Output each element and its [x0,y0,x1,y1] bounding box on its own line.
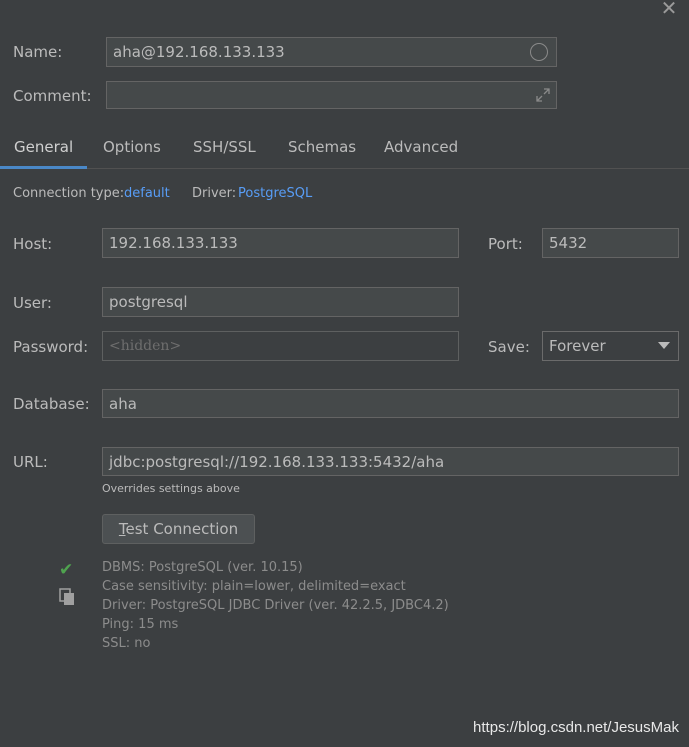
driver-link[interactable]: PostgreSQL [238,186,312,202]
result-dbms: DBMS: PostgreSQL (ver. 10.15) [102,560,303,575]
port-label: Port: [488,235,523,253]
result-driver: Driver: PostgreSQL JDBC Driver (ver. 42.… [102,598,449,613]
tab-schemas[interactable]: Schemas [288,130,356,166]
expand-icon[interactable] [535,87,551,103]
url-field[interactable]: jdbc:postgresql://192.168.133.133:5432/a… [102,447,679,476]
database-field[interactable]: aha [102,389,679,418]
host-field[interactable]: 192.168.133.133 [102,228,459,258]
database-label: Database: [13,395,90,413]
save-label: Save: [488,338,530,356]
test-connection-mnemonic: T [118,520,126,538]
test-connection-label: est Connection [125,520,239,538]
name-field[interactable]: aha@192.168.133.133 [106,37,557,67]
user-field[interactable]: postgresql [102,287,459,317]
url-hint: Overrides settings above [102,482,240,495]
result-ping: Ping: 15 ms [102,617,179,632]
password-field[interactable]: <hidden> [102,331,459,361]
save-value: Forever [549,337,606,355]
driver-label: Driver: [192,186,237,201]
result-case-sensitivity: Case sensitivity: plain=lower, delimited… [102,579,406,594]
url-label: URL: [13,453,48,471]
user-value: postgresql [109,293,188,311]
connection-type-label: Connection type: [13,186,125,201]
user-label: User: [13,294,52,312]
host-value: 192.168.133.133 [109,234,238,252]
check-icon: ✔ [59,560,74,580]
tab-options[interactable]: Options [103,130,161,166]
copy-icon[interactable] [59,588,75,606]
port-field[interactable]: 5432 [542,228,679,258]
test-connection-button[interactable]: Test Connection [102,514,255,544]
comment-label: Comment: [13,87,92,105]
close-icon[interactable]: ✕ [659,0,679,18]
comment-field[interactable] [106,81,557,109]
triangle-down-icon [658,342,670,349]
tab-bar: General Options SSH/SSL Schemas Advanced [0,130,689,169]
tab-general[interactable]: General [0,130,88,169]
circle-icon[interactable] [530,43,548,61]
port-value: 5432 [549,234,588,252]
tab-ssh-ssl[interactable]: SSH/SSL [193,130,256,166]
tab-advanced[interactable]: Advanced [384,130,458,166]
password-label: Password: [13,338,89,356]
connection-type-link[interactable]: default [124,186,170,202]
database-value: aha [109,395,137,413]
name-label: Name: [13,43,63,61]
host-label: Host: [13,235,53,253]
url-value: jdbc:postgresql://192.168.133.133:5432/a… [109,453,445,471]
watermark: https://blog.csdn.net/JesusMak [473,719,679,736]
result-ssl: SSL: no [102,636,151,651]
password-placeholder: <hidden> [109,338,182,354]
name-value: aha@192.168.133.133 [113,43,285,61]
